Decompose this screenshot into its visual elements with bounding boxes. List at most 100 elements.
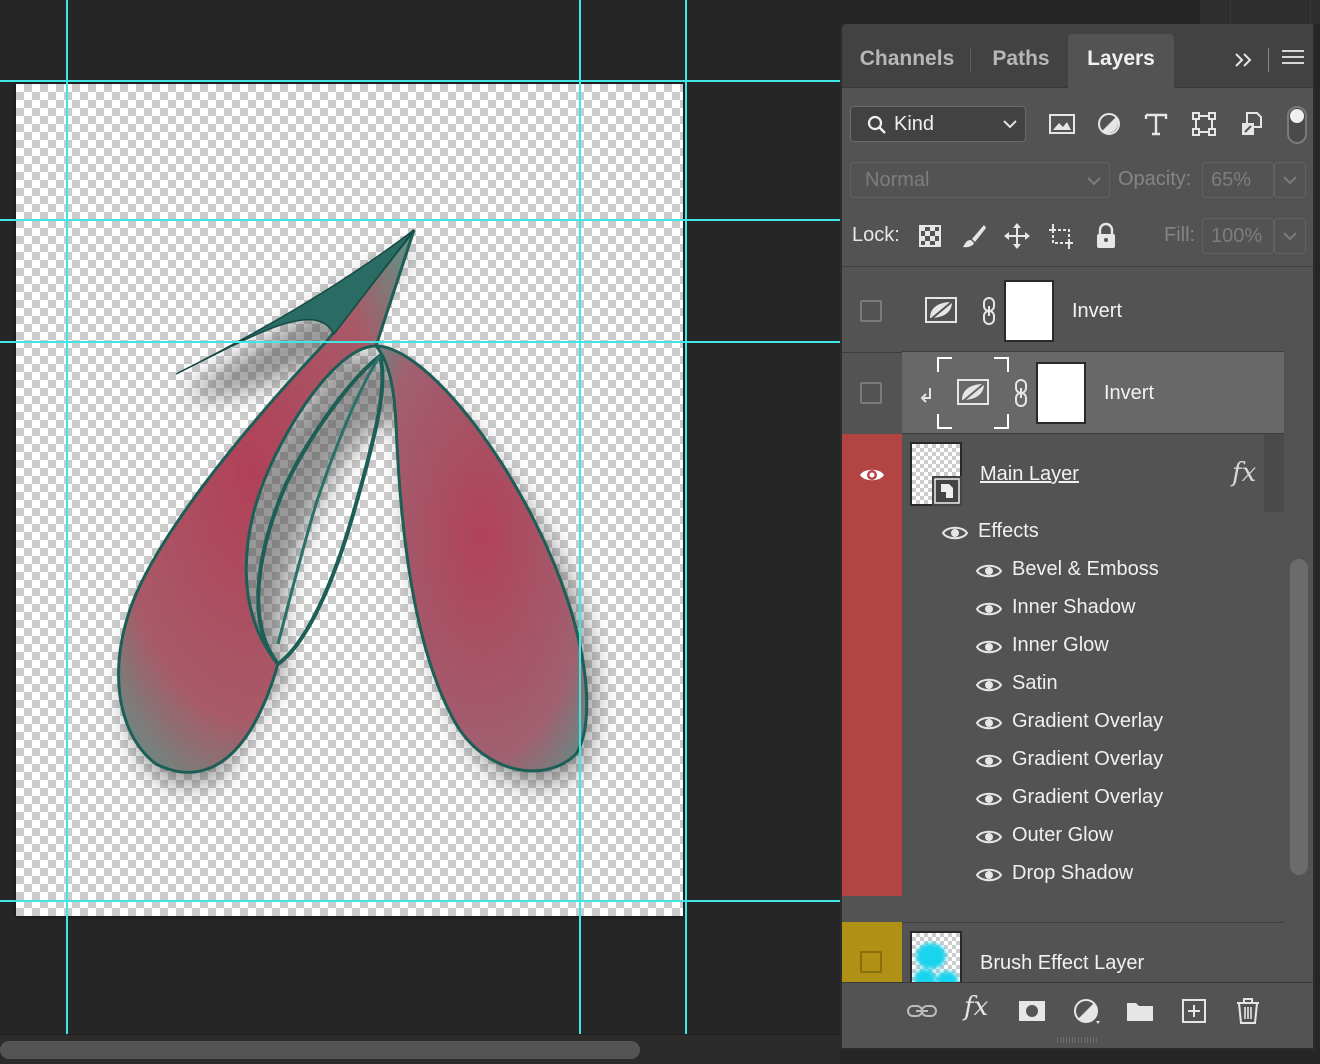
lock-artboard-icon[interactable] xyxy=(1047,222,1075,250)
add-style-icon[interactable]: fx xyxy=(964,991,996,1023)
lock-position-move-icon[interactable] xyxy=(1003,222,1031,250)
mask-link-chain-icon[interactable] xyxy=(980,296,998,326)
document-canvas-area[interactable] xyxy=(0,0,840,1064)
guide-horizontal[interactable] xyxy=(0,219,840,221)
invert-adjustment-icon xyxy=(925,297,957,323)
layer-visibility-cell-red[interactable] xyxy=(842,434,902,896)
chevron-down-icon xyxy=(1283,176,1297,185)
lock-image-pixels-brush-icon[interactable] xyxy=(960,222,988,250)
chevron-down-icon xyxy=(1087,177,1101,186)
layer-row-brush-effect[interactable]: Brush Effect Layer xyxy=(902,922,1284,982)
layer-row-invert-selected[interactable]: Invert xyxy=(902,352,1284,434)
visibility-toggle-off[interactable] xyxy=(860,300,882,322)
layer-visibility-cell-yellow[interactable] xyxy=(842,922,902,982)
adjustment-filter-icon[interactable] xyxy=(1095,110,1123,138)
layers-vertical-scrollbar-thumb[interactable] xyxy=(1290,559,1308,875)
tab-channels[interactable]: Channels xyxy=(848,34,966,88)
layer-thumbnail[interactable] xyxy=(910,931,962,982)
layer-mask-thumbnail[interactable] xyxy=(1004,280,1054,342)
tab-layers[interactable]: Layers xyxy=(1068,34,1174,88)
layer-name[interactable]: Main Layer xyxy=(980,463,1079,486)
visibility-toggle-off[interactable] xyxy=(860,951,882,973)
guide-vertical[interactable] xyxy=(579,0,581,1040)
horizontal-scrollbar-thumb[interactable] xyxy=(0,1041,640,1059)
effect-row[interactable]: Bevel & Emboss xyxy=(902,550,1284,588)
eye-icon[interactable] xyxy=(976,562,1002,580)
delete-layer-icon[interactable] xyxy=(1232,995,1264,1027)
opacity-input[interactable]: 65% xyxy=(1202,162,1274,198)
effect-row[interactable]: Gradient Overlay xyxy=(902,702,1284,740)
effect-row[interactable]: Satin xyxy=(902,664,1284,702)
layers-bottom-toolbar: fx xyxy=(842,982,1313,1048)
eye-icon[interactable] xyxy=(976,752,1002,770)
eye-icon[interactable] xyxy=(976,790,1002,808)
guide-horizontal[interactable] xyxy=(0,341,840,343)
top-right-strip xyxy=(1200,0,1320,24)
eye-icon[interactable] xyxy=(976,866,1002,884)
new-group-icon[interactable] xyxy=(1124,995,1156,1027)
effect-row[interactable]: Inner Shadow xyxy=(902,588,1284,626)
layer-row-invert[interactable]: Invert xyxy=(902,270,1284,352)
new-layer-icon[interactable] xyxy=(1178,995,1210,1027)
layer-name[interactable]: Brush Effect Layer xyxy=(980,952,1144,975)
mask-link-chain-icon[interactable] xyxy=(1012,378,1030,408)
tab-separator xyxy=(970,48,971,72)
blend-mode-dropdown[interactable]: Normal xyxy=(850,162,1110,198)
double-chevron-right-icon[interactable] xyxy=(1232,46,1256,74)
layer-name[interactable]: Invert xyxy=(1072,300,1122,323)
guide-horizontal[interactable] xyxy=(0,80,840,82)
shape-filter-icon[interactable] xyxy=(1190,110,1218,138)
add-mask-icon[interactable] xyxy=(1016,995,1048,1027)
eye-icon[interactable] xyxy=(942,524,968,542)
filter-toggle-switch[interactable] xyxy=(1287,106,1307,144)
lock-all-padlock-icon[interactable] xyxy=(1092,222,1120,250)
fx-indicator[interactable]: fx xyxy=(1232,458,1256,488)
layers-list[interactable]: Invert Invert Main Layer fx Effects Brus… xyxy=(842,270,1287,982)
fill-label: Fill: xyxy=(1164,224,1196,246)
effect-label: Satin xyxy=(1012,672,1058,694)
effect-row[interactable]: Inner Glow xyxy=(902,626,1284,664)
effects-header-row[interactable]: Effects xyxy=(902,512,1284,550)
effect-label: Outer Glow xyxy=(1012,824,1114,846)
smart-object-filter-icon[interactable] xyxy=(1238,110,1266,138)
fill-input[interactable]: 100% xyxy=(1202,218,1274,254)
guide-horizontal[interactable] xyxy=(0,900,840,902)
hamburger-menu-icon[interactable] xyxy=(1282,50,1304,68)
lock-transparent-pixels-icon[interactable] xyxy=(916,222,944,250)
effect-row[interactable]: Drop Shadow xyxy=(902,854,1284,892)
eye-icon[interactable] xyxy=(976,828,1002,846)
new-adjustment-icon[interactable] xyxy=(1070,995,1102,1027)
link-layers-icon[interactable] xyxy=(906,995,938,1027)
guide-vertical[interactable] xyxy=(66,0,68,1040)
tab-paths[interactable]: Paths xyxy=(974,34,1068,88)
eye-icon[interactable] xyxy=(976,638,1002,656)
layer-name[interactable]: Invert xyxy=(1104,382,1154,405)
fill-slider-button[interactable] xyxy=(1274,218,1306,254)
effect-label: Drop Shadow xyxy=(1012,862,1134,884)
visibility-toggle-off[interactable] xyxy=(860,382,882,404)
filter-kind-label: Kind xyxy=(894,113,935,135)
opacity-label: Opacity: xyxy=(1118,168,1192,190)
letterform-artwork xyxy=(117,229,596,786)
filter-kind-dropdown[interactable]: Kind xyxy=(850,106,1026,142)
layer-visibility-cell[interactable] xyxy=(842,352,902,434)
effect-row[interactable]: Gradient Overlay xyxy=(902,740,1284,778)
resize-grip[interactable] xyxy=(1057,1037,1097,1043)
layer-visibility-cell[interactable] xyxy=(842,270,902,352)
effect-label: Gradient Overlay xyxy=(1012,710,1164,732)
layer-thumbnail[interactable] xyxy=(910,442,962,506)
effect-row[interactable]: Outer Glow xyxy=(902,816,1284,854)
eye-icon[interactable] xyxy=(976,676,1002,694)
layer-row-main-layer[interactable]: Main Layer fx xyxy=(902,434,1284,512)
layers-panel: Channels Paths Layers Kind Normal Opacit… xyxy=(840,24,1315,1050)
eye-icon[interactable] xyxy=(976,714,1002,732)
eye-icon[interactable] xyxy=(859,466,885,484)
opacity-slider-button[interactable] xyxy=(1274,162,1306,198)
eye-icon[interactable] xyxy=(976,600,1002,618)
guide-vertical[interactable] xyxy=(685,0,687,1040)
layer-mask-thumbnail[interactable] xyxy=(1036,362,1086,424)
image-filter-icon[interactable] xyxy=(1048,110,1076,138)
artboard-transparent-canvas[interactable] xyxy=(16,84,683,916)
type-filter-icon[interactable] xyxy=(1142,110,1170,138)
effect-row[interactable]: Gradient Overlay xyxy=(902,778,1284,816)
